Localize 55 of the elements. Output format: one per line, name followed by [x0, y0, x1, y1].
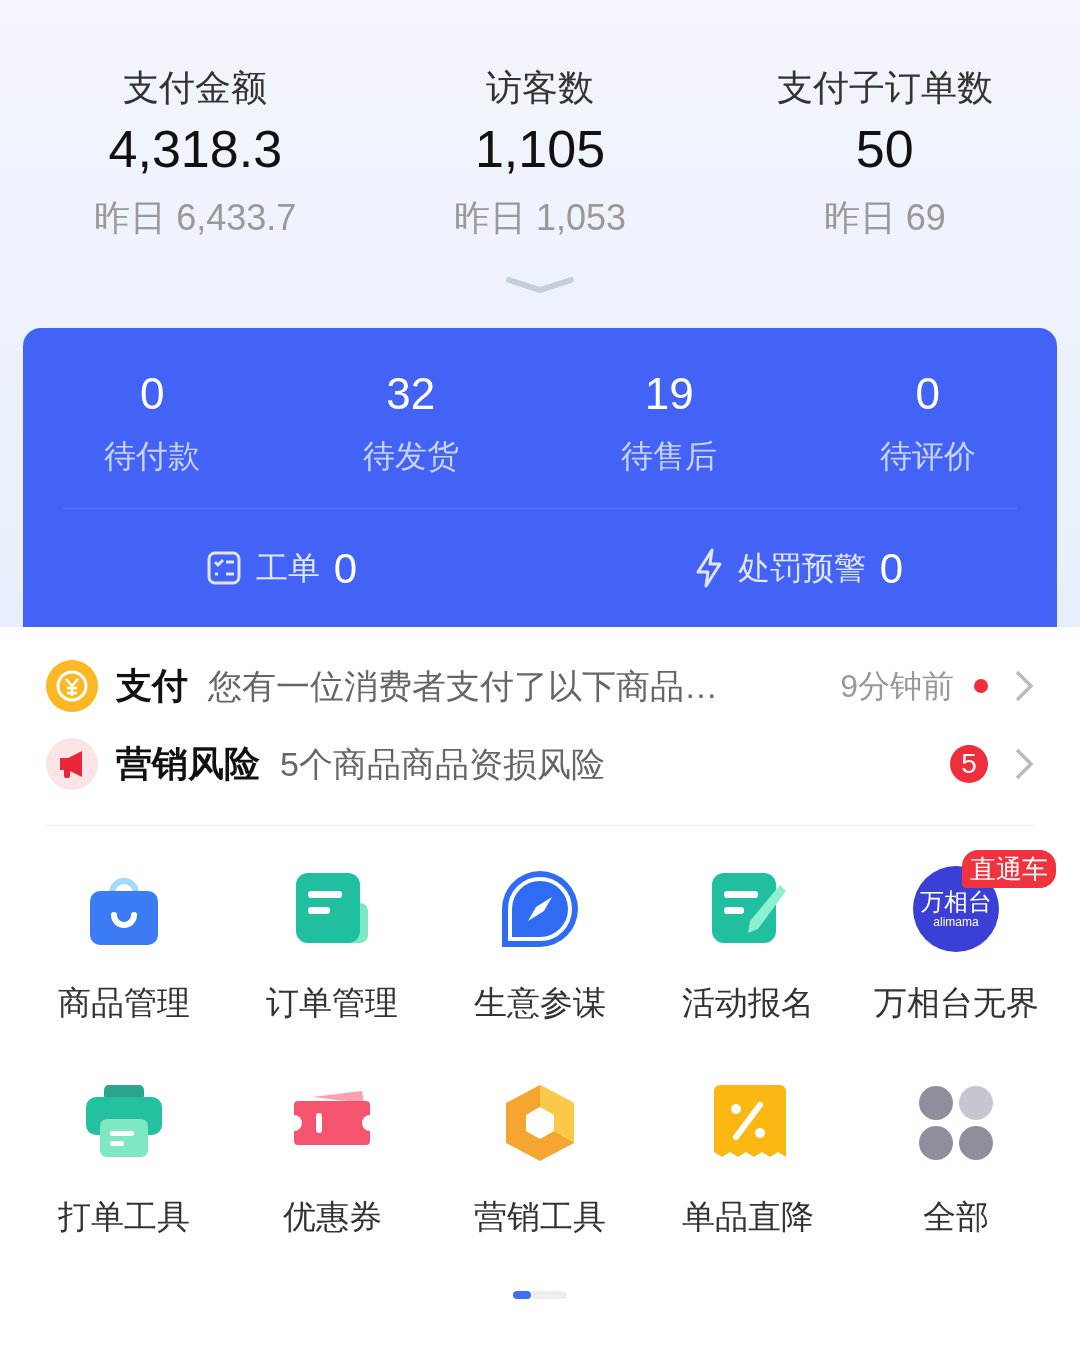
- footer-label[interactable]: 处罚预警: [737, 544, 866, 592]
- tool-shortcut[interactable]: 活动报名: [644, 850, 852, 1028]
- footer-count: 0: [333, 543, 358, 594]
- tool-label: 订单管理: [266, 983, 398, 1023]
- logo-subtext: alimama: [933, 916, 979, 928]
- megaphone-icon: [46, 738, 98, 790]
- tool-label: 生意参谋: [474, 983, 606, 1023]
- tool-label: 商品管理: [58, 983, 190, 1023]
- count-badge: 5: [950, 745, 988, 783]
- stat-yesterday: 昨日 69: [823, 196, 946, 240]
- notice-text: 5个商品商品资损风险: [280, 743, 605, 785]
- stat-label: 访客数: [486, 66, 594, 110]
- notice-text: 您有一位消费者支付了以下商品…: [208, 665, 718, 707]
- notice-row[interactable]: 支付 您有一位消费者支付了以下商品… 9分钟前: [46, 647, 1034, 725]
- chevron-right-icon: [1014, 669, 1034, 703]
- chevron-down-icon[interactable]: [505, 274, 575, 296]
- tool-label: 万相台无界: [873, 983, 1039, 1023]
- tool-shortcut[interactable]: 优惠券: [228, 1063, 436, 1241]
- tool-shortcut[interactable]: 生意参谋: [436, 850, 644, 1028]
- tool-shortcut[interactable]: 全部: [852, 1063, 1060, 1241]
- stat-value: 1,105: [474, 119, 606, 180]
- tool-shortcut[interactable]: 营销工具: [436, 1063, 644, 1241]
- tool-label: 打单工具: [58, 1196, 190, 1237]
- notice-title: 营销风险: [116, 742, 260, 786]
- tool-label: 活动报名: [682, 983, 814, 1023]
- tool-shortcut[interactable]: 直通车 万相台 alimama 万相台无界: [852, 850, 1060, 1028]
- order-status-item[interactable]: 32 待发货: [281, 366, 540, 478]
- tool-shortcut[interactable]: 单品直降: [644, 1063, 852, 1241]
- stat-yesterday: 昨日 1,053: [453, 196, 627, 240]
- tool-shortcut[interactable]: 订单管理: [228, 850, 436, 1028]
- tool-label: 单品直降: [682, 1196, 814, 1237]
- checklist-icon: [205, 550, 242, 586]
- stat-label: 支付子订单数: [776, 66, 993, 110]
- compass-icon: [500, 869, 580, 949]
- tool-label: 全部: [923, 1196, 989, 1237]
- chevron-right-icon: [1014, 747, 1034, 781]
- stat-yesterday: 昨日 6,433.7: [94, 196, 297, 240]
- notice-title: 支付: [116, 664, 188, 708]
- stat-label: 支付金额: [123, 66, 268, 110]
- promo-tag: 直通车: [962, 850, 1056, 888]
- notice-time: 9分钟前: [840, 667, 954, 706]
- tool-shortcut[interactable]: 商品管理: [20, 850, 228, 1028]
- footer-count: 0: [879, 543, 904, 594]
- tool-shortcut[interactable]: 打单工具: [20, 1063, 228, 1241]
- order-status-item[interactable]: 19 待售后: [540, 366, 799, 478]
- logo-text: 万相台: [920, 890, 992, 914]
- order-status-item[interactable]: 0 待付款: [23, 366, 282, 478]
- footer-label[interactable]: 工单: [255, 544, 320, 592]
- order-status-item[interactable]: 0 待评价: [798, 366, 1057, 478]
- notice-row[interactable]: 营销风险 5个商品商品资损风险 5: [46, 725, 1034, 803]
- coin-icon: [46, 660, 98, 712]
- stat-value: 50: [855, 119, 914, 180]
- tool-label: 优惠券: [282, 1196, 382, 1237]
- tool-label: 营销工具: [474, 1196, 606, 1237]
- stat-value: 4,318.3: [108, 119, 283, 180]
